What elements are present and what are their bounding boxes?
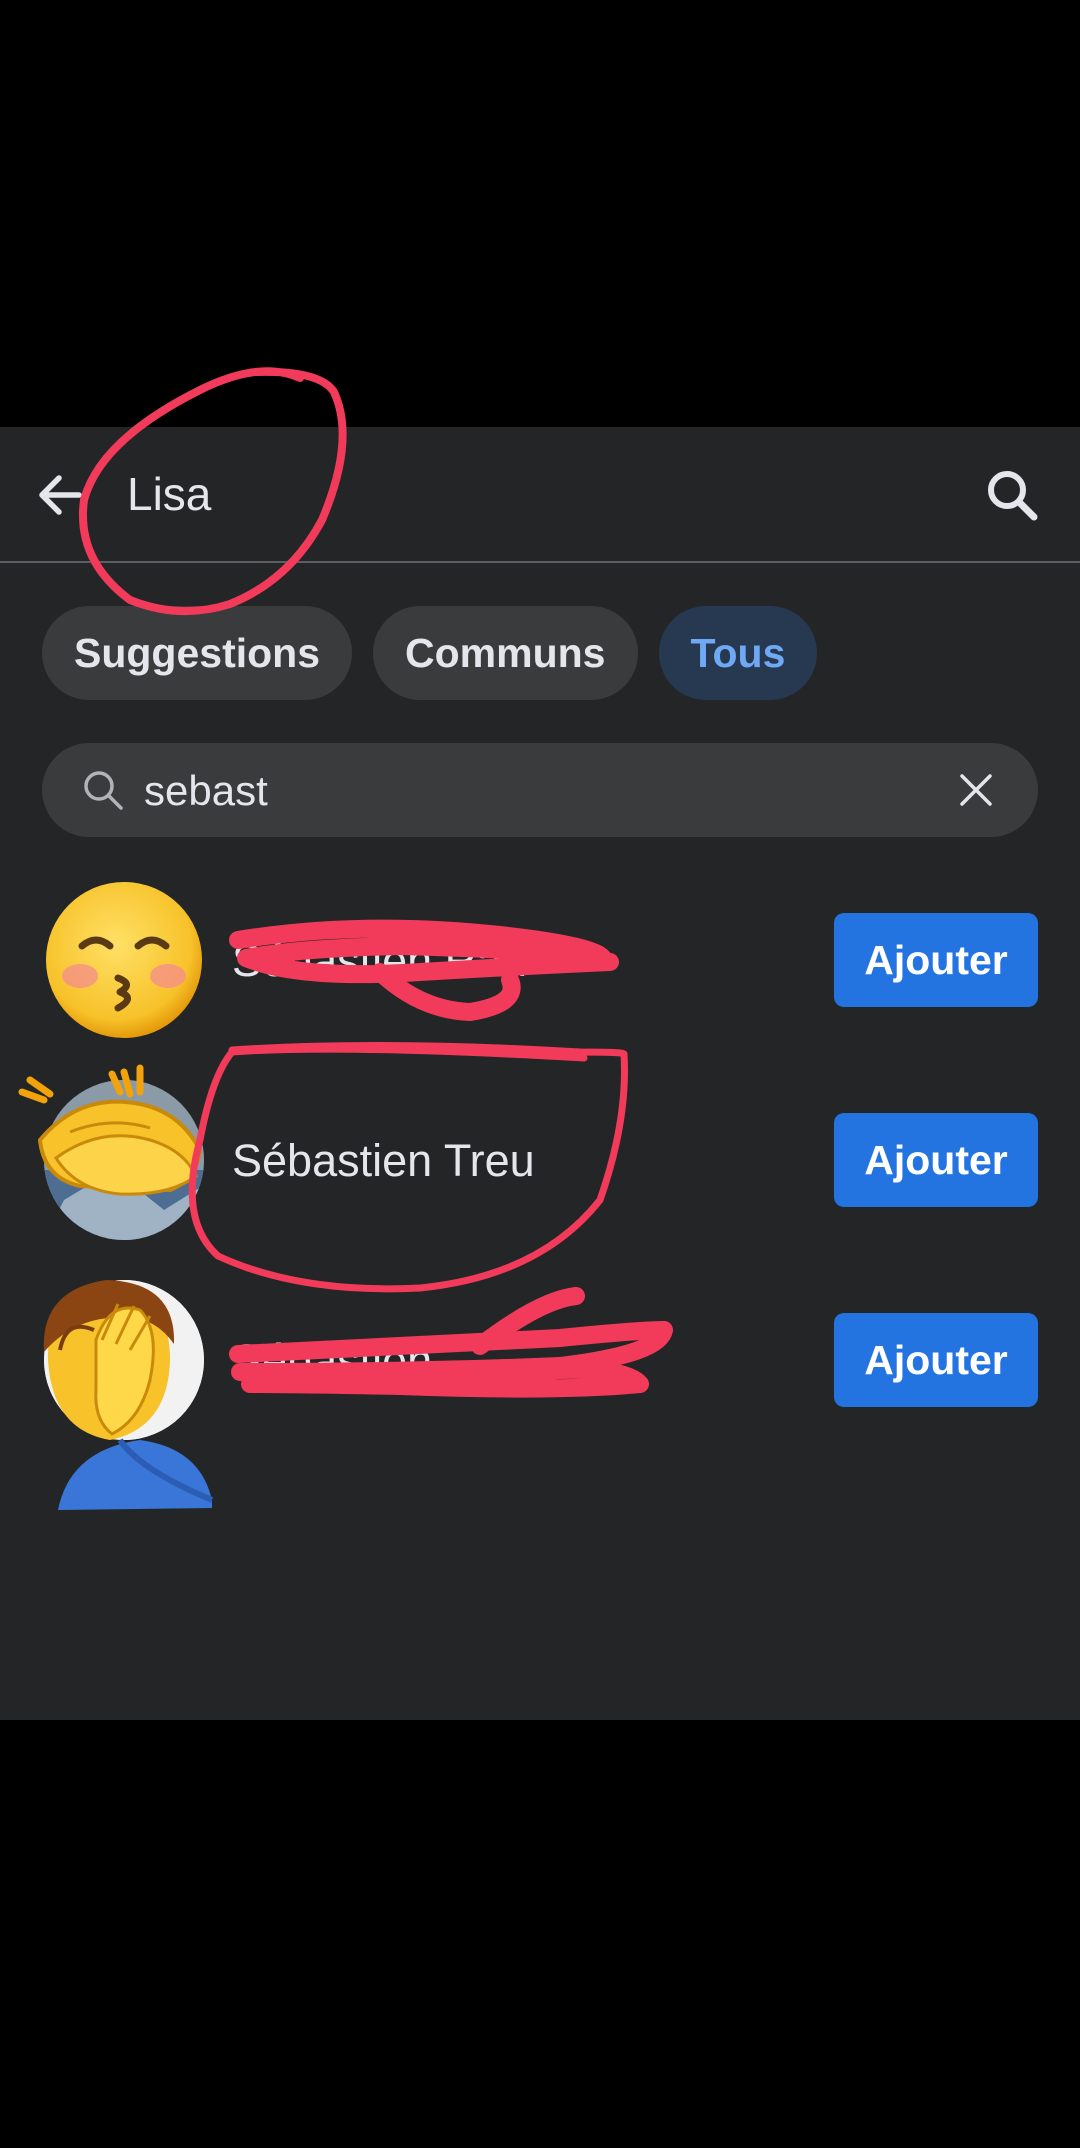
avatar[interactable] <box>44 1280 204 1440</box>
friend-search-field[interactable] <box>42 743 1038 839</box>
profile-photo-icon <box>44 1080 204 1240</box>
result-row[interactable]: Sébastien Ajouter <box>0 1275 1080 1445</box>
chip-tous[interactable]: Tous <box>658 606 818 700</box>
close-icon[interactable] <box>956 770 996 810</box>
add-friend-button[interactable]: Ajouter <box>834 913 1038 1007</box>
page-title: Lisa <box>127 468 212 520</box>
result-name[interactable]: Sébastien Rau <box>232 935 527 987</box>
result-name[interactable]: Sébastien <box>232 1335 432 1387</box>
add-friend-button[interactable]: Ajouter <box>834 1313 1038 1407</box>
result-row[interactable]: Sébastien Treu Ajouter <box>0 1075 1080 1245</box>
avatar[interactable] <box>44 1080 204 1240</box>
search-input[interactable] <box>142 743 946 839</box>
kissing-face-emoji <box>46 882 202 1038</box>
filter-chips: Suggestions Communs Tous <box>42 606 818 700</box>
friends-search-screen: Lisa Suggestions Communs Tous sebast Séb… <box>0 427 1080 1720</box>
top-bar: Lisa <box>0 427 1080 563</box>
arrow-left-icon <box>39 475 82 515</box>
result-row[interactable]: Sébastien Rau Ajouter <box>0 875 1080 1045</box>
chip-communs[interactable]: Communs <box>373 606 638 700</box>
back-button[interactable] <box>30 465 90 525</box>
search-icon <box>988 471 1038 521</box>
profile-photo-icon <box>44 1280 204 1440</box>
chip-suggestions[interactable]: Suggestions <box>42 606 353 700</box>
avatar[interactable] <box>44 880 204 1040</box>
search-button[interactable] <box>980 463 1044 527</box>
add-friend-button[interactable]: Ajouter <box>834 1113 1038 1207</box>
search-icon <box>84 771 123 810</box>
result-name[interactable]: Sébastien Treu <box>232 1135 535 1187</box>
